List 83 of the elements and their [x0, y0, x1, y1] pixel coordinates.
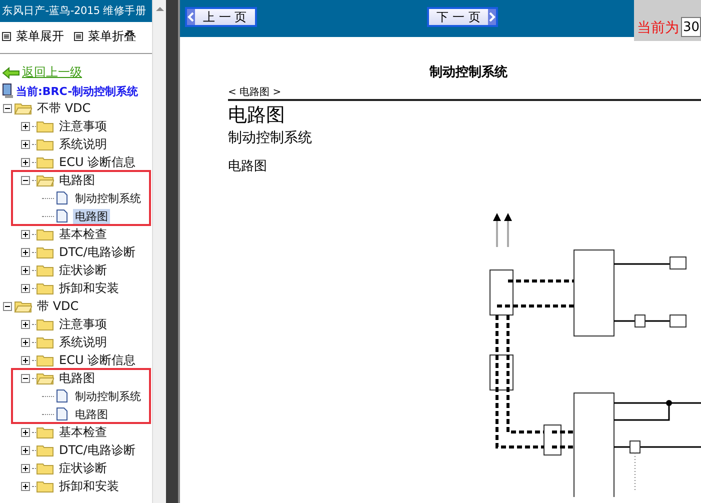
expand-toggle[interactable]: [21, 122, 30, 130]
folder-icon: [36, 263, 54, 277]
tree-node[interactable]: 症状诊断: [57, 460, 109, 476]
back-link[interactable]: 返回上一级: [2, 64, 152, 81]
document-subtitle: 制动控制系统: [228, 129, 313, 147]
document-title: 电路图: [228, 103, 286, 127]
folder-icon: [14, 101, 32, 115]
expand-toggle[interactable]: [21, 248, 30, 256]
tree-leaf[interactable]: 制动控制系统: [73, 388, 143, 404]
tree-node[interactable]: 带 VDC: [35, 298, 81, 314]
menu-toggle-button[interactable]: 菜单展开: [0, 28, 66, 45]
tree-node[interactable]: 系统说明: [57, 136, 109, 152]
tree-node[interactable]: DTC/电路诊断: [57, 244, 138, 260]
page-label: 当前为: [637, 19, 679, 37]
folder-icon: [36, 245, 54, 259]
folder-icon: [36, 461, 54, 475]
expand-toggle[interactable]: [21, 374, 30, 382]
expand-toggle[interactable]: [21, 464, 30, 472]
document-icon: [56, 389, 68, 403]
tree-node[interactable]: 电路图: [57, 172, 97, 188]
collapse-toggle[interactable]: [3, 302, 12, 310]
document-icon: [56, 191, 68, 205]
manual-title: 东风日产-蓝鸟-2015 维修手册: [0, 0, 152, 22]
tree-node[interactable]: 注意事项: [57, 316, 109, 332]
folder-icon: [36, 479, 54, 493]
expand-toggle[interactable]: [21, 482, 30, 490]
folder-icon: [36, 155, 54, 169]
expand-toggle[interactable]: [21, 266, 30, 274]
tree-node[interactable]: ECU 诊断信息: [57, 352, 138, 368]
menu-toggle-button[interactable]: 菜单折叠: [72, 28, 138, 45]
tree-node[interactable]: 症状诊断: [57, 262, 109, 278]
folder-icon: [36, 353, 54, 367]
expand-toggle[interactable]: [21, 176, 30, 184]
folder-icon: [36, 137, 54, 151]
page-number-field[interactable]: 30: [681, 17, 701, 37]
tree-node[interactable]: 拆卸和安装: [57, 478, 121, 494]
tree-leaf[interactable]: 电路图: [73, 208, 110, 224]
expand-toggle[interactable]: [21, 320, 30, 328]
expand-toggle[interactable]: [21, 428, 30, 436]
expand-toggle[interactable]: [21, 230, 30, 238]
folder-icon: [36, 371, 54, 385]
folder-icon: [14, 299, 32, 313]
previous-page-button[interactable]: 上 一 页: [185, 7, 257, 27]
folder-icon: [36, 281, 54, 295]
expand-toggle[interactable]: [21, 356, 30, 364]
current-location: 当前:BRC-制动控制系统: [16, 84, 138, 98]
folder-icon: [36, 443, 54, 457]
tree-node[interactable]: 基本检查: [57, 226, 109, 242]
expand-toggle[interactable]: [21, 338, 30, 346]
folder-icon: [36, 425, 54, 439]
tree-node[interactable]: 基本检查: [57, 424, 109, 440]
expand-toggle[interactable]: [21, 140, 30, 148]
tree-leaf[interactable]: 制动控制系统: [73, 190, 143, 206]
folder-icon: [36, 173, 54, 187]
folder-icon: [36, 335, 54, 349]
tree-node[interactable]: 电路图: [57, 370, 97, 386]
left-arrow-icon: [2, 66, 20, 78]
tree-node[interactable]: 拆卸和安装: [57, 280, 121, 296]
folder-icon: [36, 317, 54, 331]
left-arrow-icon: [187, 9, 195, 25]
scroll-up-icon[interactable]: [156, 6, 164, 11]
tree-node[interactable]: ECU 诊断信息: [57, 154, 138, 170]
list-icon: [74, 32, 83, 41]
expand-toggle[interactable]: [21, 158, 30, 166]
document-header: 制动控制系统: [428, 64, 508, 81]
expand-toggle[interactable]: [21, 446, 30, 454]
tree-node[interactable]: 不带 VDC: [35, 100, 93, 116]
next-page-button[interactable]: 下 一 页: [426, 7, 498, 27]
section-heading: 电路图: [228, 158, 268, 175]
folder-icon: [36, 227, 54, 241]
folder-icon: [36, 119, 54, 133]
document-icon: [56, 209, 68, 223]
document-icon: [56, 407, 68, 421]
right-arrow-icon: [488, 9, 496, 25]
tree-node[interactable]: DTC/电路诊断: [57, 442, 138, 458]
expand-toggle[interactable]: [21, 284, 30, 292]
tree-leaf[interactable]: 电路图: [73, 406, 110, 422]
collapse-toggle[interactable]: [3, 104, 12, 112]
scrollbar[interactable]: [152, 0, 166, 503]
breadcrumb: < 电路图 >: [228, 86, 282, 99]
tree-node[interactable]: 系统说明: [57, 334, 109, 350]
computer-icon: [2, 83, 14, 99]
tree-node[interactable]: 注意事项: [57, 118, 109, 134]
